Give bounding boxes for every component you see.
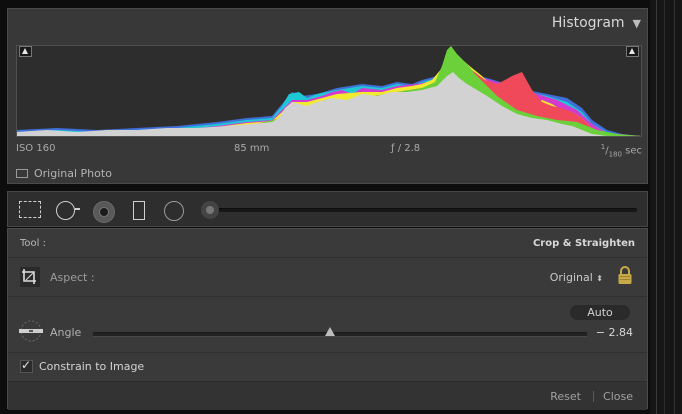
histogram-graph[interactable] [16,45,642,137]
highlight-clipping-button[interactable] [626,46,639,57]
spot-removal-icon[interactable] [56,201,75,220]
tool-row: Tool : Crop & Straighten [20,238,635,252]
triangle-down-icon[interactable]: ▼ [633,17,641,30]
updown-arrows-icon: ⬍ [596,274,603,283]
histogram-title: Histogram [551,15,625,31]
aspect-label: Aspect : [50,271,95,284]
reset-button[interactable]: Reset [550,390,581,403]
panel-footer: Reset Close [8,381,647,410]
divider [8,296,647,297]
divider [8,257,647,258]
tool-strip [7,191,648,227]
crop-overlay-icon[interactable] [19,201,41,218]
exif-info-row: ISO 160 85 mm ƒ / 2.8 1/180 sec [16,143,642,159]
histogram-panel: Histogram ▼ ISO 160 85 mm ƒ / 2.8 1/180 … [7,8,648,184]
padlock-icon[interactable] [617,265,633,285]
close-button[interactable]: Close [603,390,633,403]
divider [593,391,594,402]
original-photo-toggle[interactable]: Original Photo [16,167,112,180]
graduated-filter-icon[interactable] [133,201,145,220]
iso-value: ISO 160 [16,143,56,154]
aspect-select[interactable]: Original ⬍ [550,271,603,284]
auto-straighten-button[interactable]: Auto [570,305,630,320]
crop-frame-icon[interactable] [20,267,40,287]
shadow-clipping-button[interactable] [19,46,32,57]
angle-label: Angle [50,326,82,339]
divider [8,352,647,353]
angle-value[interactable]: − 2.84 [596,326,633,339]
adjustment-brush-icon[interactable] [201,201,219,219]
spot-removal-arrow-icon [75,208,80,210]
constrain-checkbox[interactable] [20,358,33,373]
panel-scrollbar-edge[interactable] [650,0,682,414]
histogram-chart [17,46,641,136]
constrain-to-image-toggle[interactable]: Constrain to Image [20,358,145,373]
histogram-header[interactable]: Histogram ▼ [552,15,641,31]
tool-label: Tool : [20,238,46,249]
original-photo-label: Original Photo [34,167,112,180]
aperture-value: ƒ / 2.8 [391,143,421,154]
crop-panel: Tool : Crop & Straighten Aspect : Origin… [7,228,648,410]
angle-slider-track[interactable] [93,332,587,337]
adjustment-brush-track [213,208,637,212]
level-straighten-icon[interactable] [17,320,45,342]
tool-value: Crop & Straighten [532,238,635,249]
original-photo-checkbox[interactable] [16,169,28,178]
constrain-label: Constrain to Image [39,360,145,373]
focal-length-value: 85 mm [234,143,270,154]
radial-filter-icon[interactable] [164,201,184,221]
red-eye-icon[interactable] [93,201,115,223]
angle-slider-thumb[interactable] [325,327,336,336]
shutter-speed-value: 1/180 sec [600,143,642,159]
